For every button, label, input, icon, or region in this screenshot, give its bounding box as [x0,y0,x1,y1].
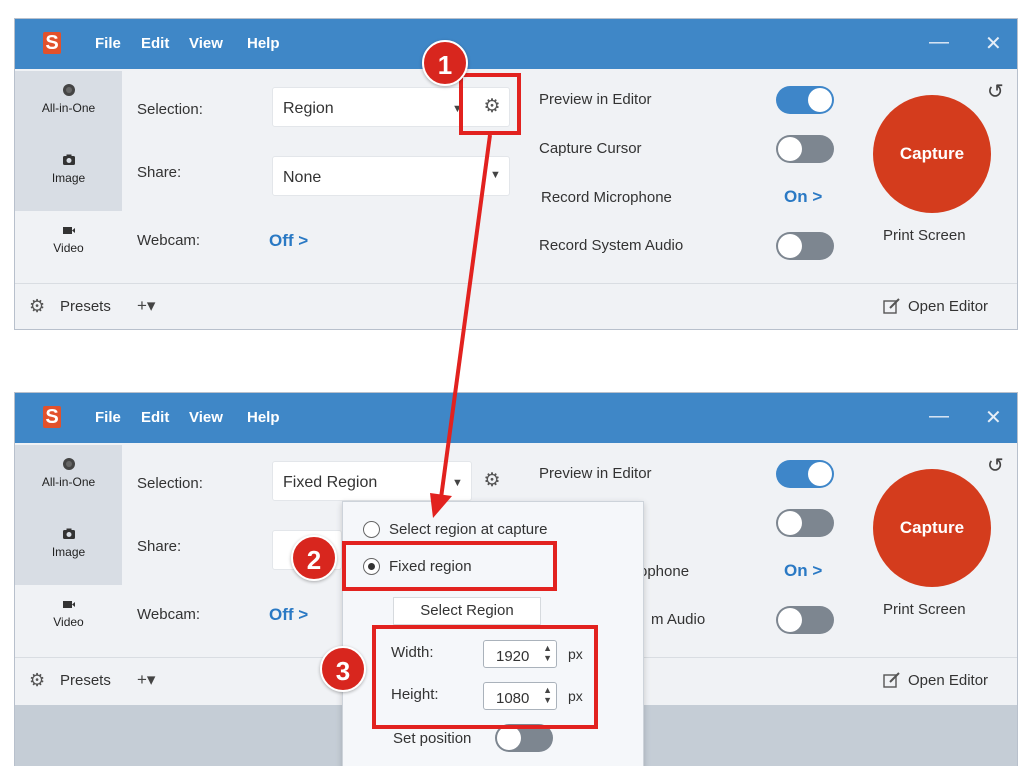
step-badge-3: 3 [320,646,366,692]
step-badge-1: 1 [422,40,468,86]
page: S File Edit View Help — ✕ All-in-One Ima… [0,0,1019,766]
step-badge-2: 2 [291,535,337,581]
annotation-arrow [430,134,492,518]
